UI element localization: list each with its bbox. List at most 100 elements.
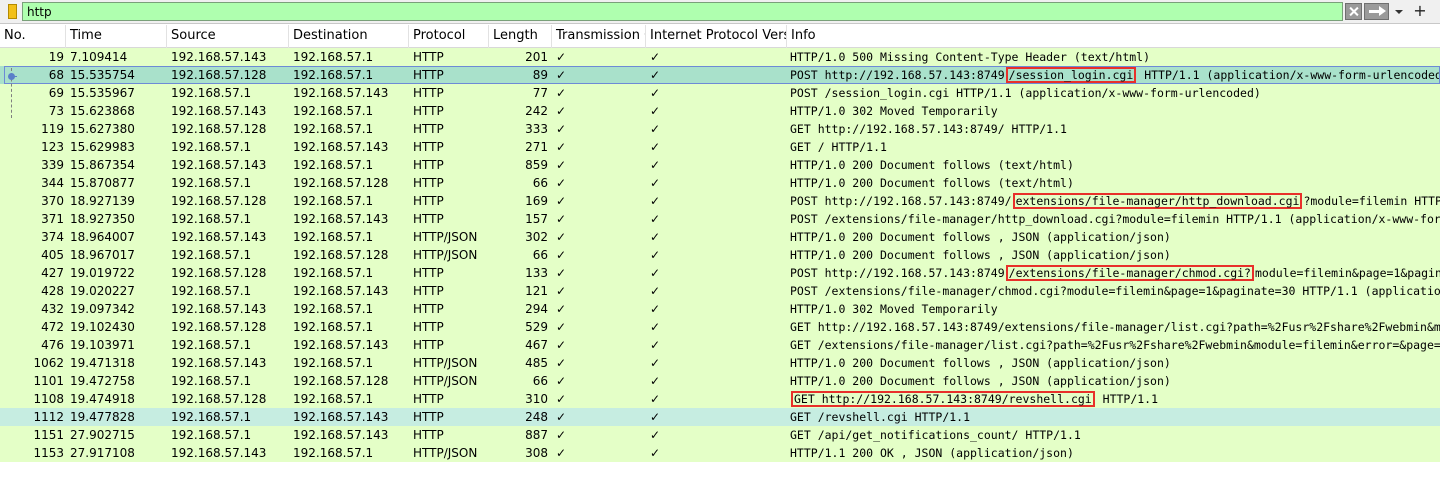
packet-length: 485 bbox=[525, 356, 548, 370]
packet-source: 192.168.57.143 bbox=[171, 302, 267, 316]
column-header-transmission[interactable]: Transmission C bbox=[552, 25, 646, 48]
packet-row[interactable]: 123 15.629983 192.168.57.1 192.168.57.143 HT… bbox=[0, 138, 1440, 156]
packet-destination: 192.168.57.1 bbox=[293, 320, 374, 334]
column-header-length[interactable]: Length bbox=[489, 25, 552, 48]
packet-no: 1151 bbox=[33, 428, 64, 442]
packet-info-text: HTTP/1.0 200 Document follows , JSON (ap… bbox=[790, 230, 1171, 244]
packet-protocol: HTTP bbox=[413, 284, 444, 298]
packet-no: 374 bbox=[41, 230, 64, 244]
column-header-no[interactable]: No. bbox=[0, 25, 66, 48]
packet-time: 27.917108 bbox=[70, 446, 135, 460]
packet-time: 7.109414 bbox=[70, 50, 128, 64]
packet-info: GET /revshell.cgi HTTP/1.1 bbox=[790, 408, 1440, 426]
packet-row[interactable]: 1153 27.917108 192.168.57.143 192.168.57.1 H… bbox=[0, 444, 1440, 462]
bookmark-icon[interactable] bbox=[4, 2, 20, 21]
packet-row[interactable]: 344 15.870877 192.168.57.1 192.168.57.128 HT… bbox=[0, 174, 1440, 192]
chevron-down-icon[interactable] bbox=[1391, 3, 1406, 20]
packet-row[interactable]: 68 15.535754 192.168.57.128 192.168.57.1 HTT… bbox=[0, 66, 1440, 84]
packet-row[interactable]: 73 15.623868 192.168.57.143 192.168.57.1 HTT… bbox=[0, 102, 1440, 120]
packet-row[interactable]: 371 18.927350 192.168.57.1 192.168.57.143 HT… bbox=[0, 210, 1440, 228]
packet-source: 192.168.57.128 bbox=[171, 194, 267, 208]
packet-destination: 192.168.57.1 bbox=[293, 266, 374, 280]
packet-destination: 192.168.57.1 bbox=[293, 194, 374, 208]
packet-no: 428 bbox=[41, 284, 64, 298]
packet-no: 123 bbox=[41, 140, 64, 154]
packet-row[interactable]: 476 19.103971 192.168.57.1 192.168.57.143 HT… bbox=[0, 336, 1440, 354]
packet-length: 467 bbox=[525, 338, 548, 352]
ip-version-check: ✓ bbox=[650, 302, 661, 316]
column-header-protocol[interactable]: Protocol bbox=[409, 25, 489, 48]
packet-row[interactable]: 19 7.109414 192.168.57.143 192.168.57.1 HTTP… bbox=[0, 48, 1440, 66]
transmission-check: ✓ bbox=[556, 248, 567, 262]
packet-row[interactable]: 69 15.535967 192.168.57.1 192.168.57.143 HTT… bbox=[0, 84, 1440, 102]
packet-row[interactable]: 427 19.019722 192.168.57.128 192.168.57.1 HT… bbox=[0, 264, 1440, 282]
column-header-destination[interactable]: Destination bbox=[289, 25, 409, 48]
related-packet-dot bbox=[8, 73, 15, 80]
column-header-info[interactable]: Info bbox=[787, 25, 1440, 48]
packet-row[interactable]: 428 19.020227 192.168.57.1 192.168.57.143 HT… bbox=[0, 282, 1440, 300]
packet-row[interactable]: 1151 27.902715 192.168.57.1 192.168.57.143 H… bbox=[0, 426, 1440, 444]
packet-row[interactable]: 1112 19.477828 192.168.57.1 192.168.57.143 H… bbox=[0, 408, 1440, 426]
packet-time: 19.477828 bbox=[70, 410, 135, 424]
packet-row[interactable]: 1101 19.472758 192.168.57.1 192.168.57.128 H… bbox=[0, 372, 1440, 390]
packet-destination: 192.168.57.128 bbox=[293, 248, 389, 262]
transmission-check: ✓ bbox=[556, 284, 567, 298]
ip-version-check: ✓ bbox=[650, 86, 661, 100]
packet-no: 344 bbox=[41, 176, 64, 190]
ip-version-check: ✓ bbox=[650, 122, 661, 136]
packet-no: 1101 bbox=[33, 374, 64, 388]
packet-info: GET /api/get_notifications_count/ HTTP/1… bbox=[790, 426, 1440, 444]
packet-no: 405 bbox=[41, 248, 64, 262]
arrow-right-icon[interactable] bbox=[1364, 3, 1389, 20]
packet-row[interactable]: 1108 19.474918 192.168.57.128 192.168.57.1 H… bbox=[0, 390, 1440, 408]
packet-destination: 192.168.57.1 bbox=[293, 104, 374, 118]
packet-row[interactable]: 432 19.097342 192.168.57.143 192.168.57.1 HT… bbox=[0, 300, 1440, 318]
packet-info-text: POST http://192.168.57.143:8749 bbox=[790, 266, 1005, 280]
packet-protocol: HTTP/JSON bbox=[413, 356, 478, 370]
clear-x-icon[interactable] bbox=[1345, 3, 1362, 20]
packet-source: 192.168.57.1 bbox=[171, 212, 252, 226]
display-filter-input[interactable] bbox=[22, 2, 1343, 21]
packet-row[interactable]: 119 15.627380 192.168.57.128 192.168.57.1 HT… bbox=[0, 120, 1440, 138]
packet-row[interactable]: 472 19.102430 192.168.57.128 192.168.57.1 HT… bbox=[0, 318, 1440, 336]
column-header-ip-version[interactable]: Internet Protocol Versi bbox=[646, 25, 787, 48]
packet-row[interactable]: 405 18.967017 192.168.57.1 192.168.57.128 HT… bbox=[0, 246, 1440, 264]
packet-no: 1062 bbox=[33, 356, 64, 370]
ip-version-check: ✓ bbox=[650, 392, 661, 406]
packet-source: 192.168.57.128 bbox=[171, 320, 267, 334]
packet-no: 1112 bbox=[33, 410, 64, 424]
column-header-source[interactable]: Source bbox=[167, 25, 289, 48]
packet-row[interactable]: 1062 19.471318 192.168.57.143 192.168.57.1 H… bbox=[0, 354, 1440, 372]
packet-length: 121 bbox=[525, 284, 548, 298]
ip-version-check: ✓ bbox=[650, 284, 661, 298]
ip-version-check: ✓ bbox=[650, 320, 661, 334]
ip-version-check: ✓ bbox=[650, 230, 661, 244]
packet-source: 192.168.57.1 bbox=[171, 248, 252, 262]
packet-protocol: HTTP bbox=[413, 122, 444, 136]
transmission-check: ✓ bbox=[556, 266, 567, 280]
column-header-time[interactable]: Time bbox=[66, 25, 167, 48]
highlighted-uri: GET http://192.168.57.143:8749/revshell.… bbox=[791, 391, 1095, 407]
packet-info-text: GET http://192.168.57.143:8749/extension… bbox=[790, 320, 1440, 334]
packet-info-text: HTTP/1.1 200 OK , JSON (application/json… bbox=[790, 446, 1074, 460]
packet-protocol: HTTP bbox=[413, 320, 444, 334]
packet-length: 271 bbox=[525, 140, 548, 154]
packet-row[interactable]: 339 15.867354 192.168.57.143 192.168.57.1 HT… bbox=[0, 156, 1440, 174]
add-filter-button[interactable]: + bbox=[1408, 1, 1432, 22]
packet-source: 192.168.57.143 bbox=[171, 50, 267, 64]
packet-info-text: POST /extensions/file-manager/http_downl… bbox=[790, 212, 1440, 226]
packet-info-text: GET /api/get_notifications_count/ HTTP/1… bbox=[790, 428, 1081, 442]
packet-destination: 192.168.57.1 bbox=[293, 446, 374, 460]
packet-source: 192.168.57.128 bbox=[171, 266, 267, 280]
packet-protocol: HTTP bbox=[413, 68, 444, 82]
packet-destination: 192.168.57.128 bbox=[293, 176, 389, 190]
display-filter-toolbar: + bbox=[0, 0, 1440, 24]
packet-info: HTTP/1.0 200 Document follows (text/html… bbox=[790, 174, 1440, 192]
packet-source: 192.168.57.1 bbox=[171, 374, 252, 388]
ip-version-check: ✓ bbox=[650, 356, 661, 370]
packet-time: 18.964007 bbox=[70, 230, 135, 244]
packet-protocol: HTTP bbox=[413, 302, 444, 316]
packet-row[interactable]: 374 18.964007 192.168.57.143 192.168.57.1 HT… bbox=[0, 228, 1440, 246]
packet-row[interactable]: 370 18.927139 192.168.57.128 192.168.57.1 HT… bbox=[0, 192, 1440, 210]
packet-time: 19.472758 bbox=[70, 374, 135, 388]
